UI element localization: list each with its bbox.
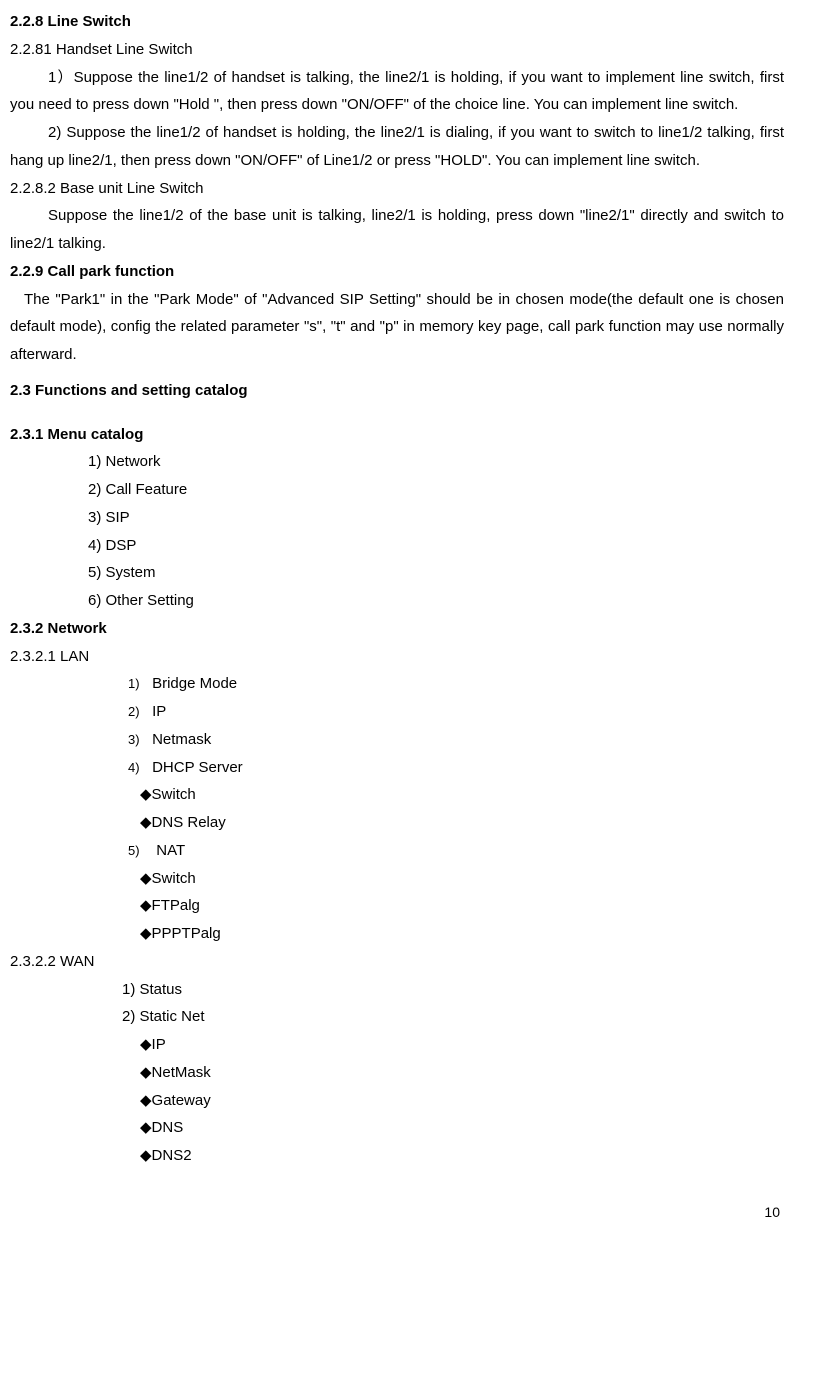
num-5: 5) (128, 843, 140, 858)
paragraph-229-1: The "Park1" in the "Park Mode" of "Advan… (10, 286, 784, 369)
lan-item-netmask: 3) Netmask (10, 726, 784, 754)
heading-229: 2.2.9 Call park function (10, 258, 784, 286)
num-2: 2) (128, 704, 140, 719)
wan-static-dns: ◆DNS (10, 1114, 784, 1142)
wan-static-dns2: ◆DNS2 (10, 1142, 784, 1170)
lan-item-bridge-mode: 1) Bridge Mode (10, 670, 784, 698)
lan-label-bridge: Bridge Mode (152, 675, 237, 692)
paragraph-22882-1: Suppose the line1/2 of the base unit is … (10, 202, 784, 258)
wan-static-netmask: ◆NetMask (10, 1059, 784, 1087)
heading-22882: 2.2.8.2 Base unit Line Switch (10, 175, 784, 203)
lan-label-nat: NAT (156, 842, 185, 859)
page-number: 10 (10, 1200, 784, 1226)
lan-label-netmask: Netmask (152, 731, 211, 748)
wan-static-ip: ◆IP (10, 1031, 784, 1059)
menu-item-system: 5) System (10, 559, 784, 587)
lan-dhcp-switch: ◆Switch (10, 781, 784, 809)
heading-2321-lan: 2.3.2.1 LAN (10, 643, 784, 671)
num-4: 4) (128, 760, 140, 775)
wan-item-static-net: 2) Static Net (10, 1003, 784, 1031)
lan-item-ip: 2) IP (10, 698, 784, 726)
menu-item-network: 1) Network (10, 448, 784, 476)
heading-232: 2.3.2 Network (10, 615, 784, 643)
heading-22881: 2.2.81 Handset Line Switch (10, 36, 784, 64)
heading-228: 2.2.8 Line Switch (10, 8, 784, 36)
heading-2322-wan: 2.3.2.2 WAN (10, 948, 784, 976)
paragraph-22881-1: 1）Suppose the line1/2 of handset is talk… (10, 64, 784, 120)
menu-item-sip: 3) SIP (10, 504, 784, 532)
wan-static-gateway: ◆Gateway (10, 1087, 784, 1115)
wan-item-status: 1) Status (10, 976, 784, 1004)
lan-item-nat: 5) NAT (10, 837, 784, 865)
menu-item-dsp: 4) DSP (10, 532, 784, 560)
heading-23: 2.3 Functions and setting catalog (10, 377, 784, 405)
num-1: 1) (128, 676, 140, 691)
heading-231: 2.3.1 Menu catalog (10, 421, 784, 449)
lan-label-ip: IP (152, 703, 166, 720)
lan-item-dhcp-server: 4) DHCP Server (10, 754, 784, 782)
lan-nat-switch: ◆Switch (10, 865, 784, 893)
paragraph-22881-2: 2) Suppose the line1/2 of handset is hol… (10, 119, 784, 175)
menu-item-call-feature: 2) Call Feature (10, 476, 784, 504)
lan-nat-ftpalg: ◆FTPalg (10, 892, 784, 920)
menu-item-other-setting: 6) Other Setting (10, 587, 784, 615)
lan-dhcp-dns-relay: ◆DNS Relay (10, 809, 784, 837)
lan-label-dhcp: DHCP Server (152, 759, 243, 776)
lan-nat-ppptpalg: ◆PPPTPalg (10, 920, 784, 948)
num-3: 3) (128, 732, 140, 747)
